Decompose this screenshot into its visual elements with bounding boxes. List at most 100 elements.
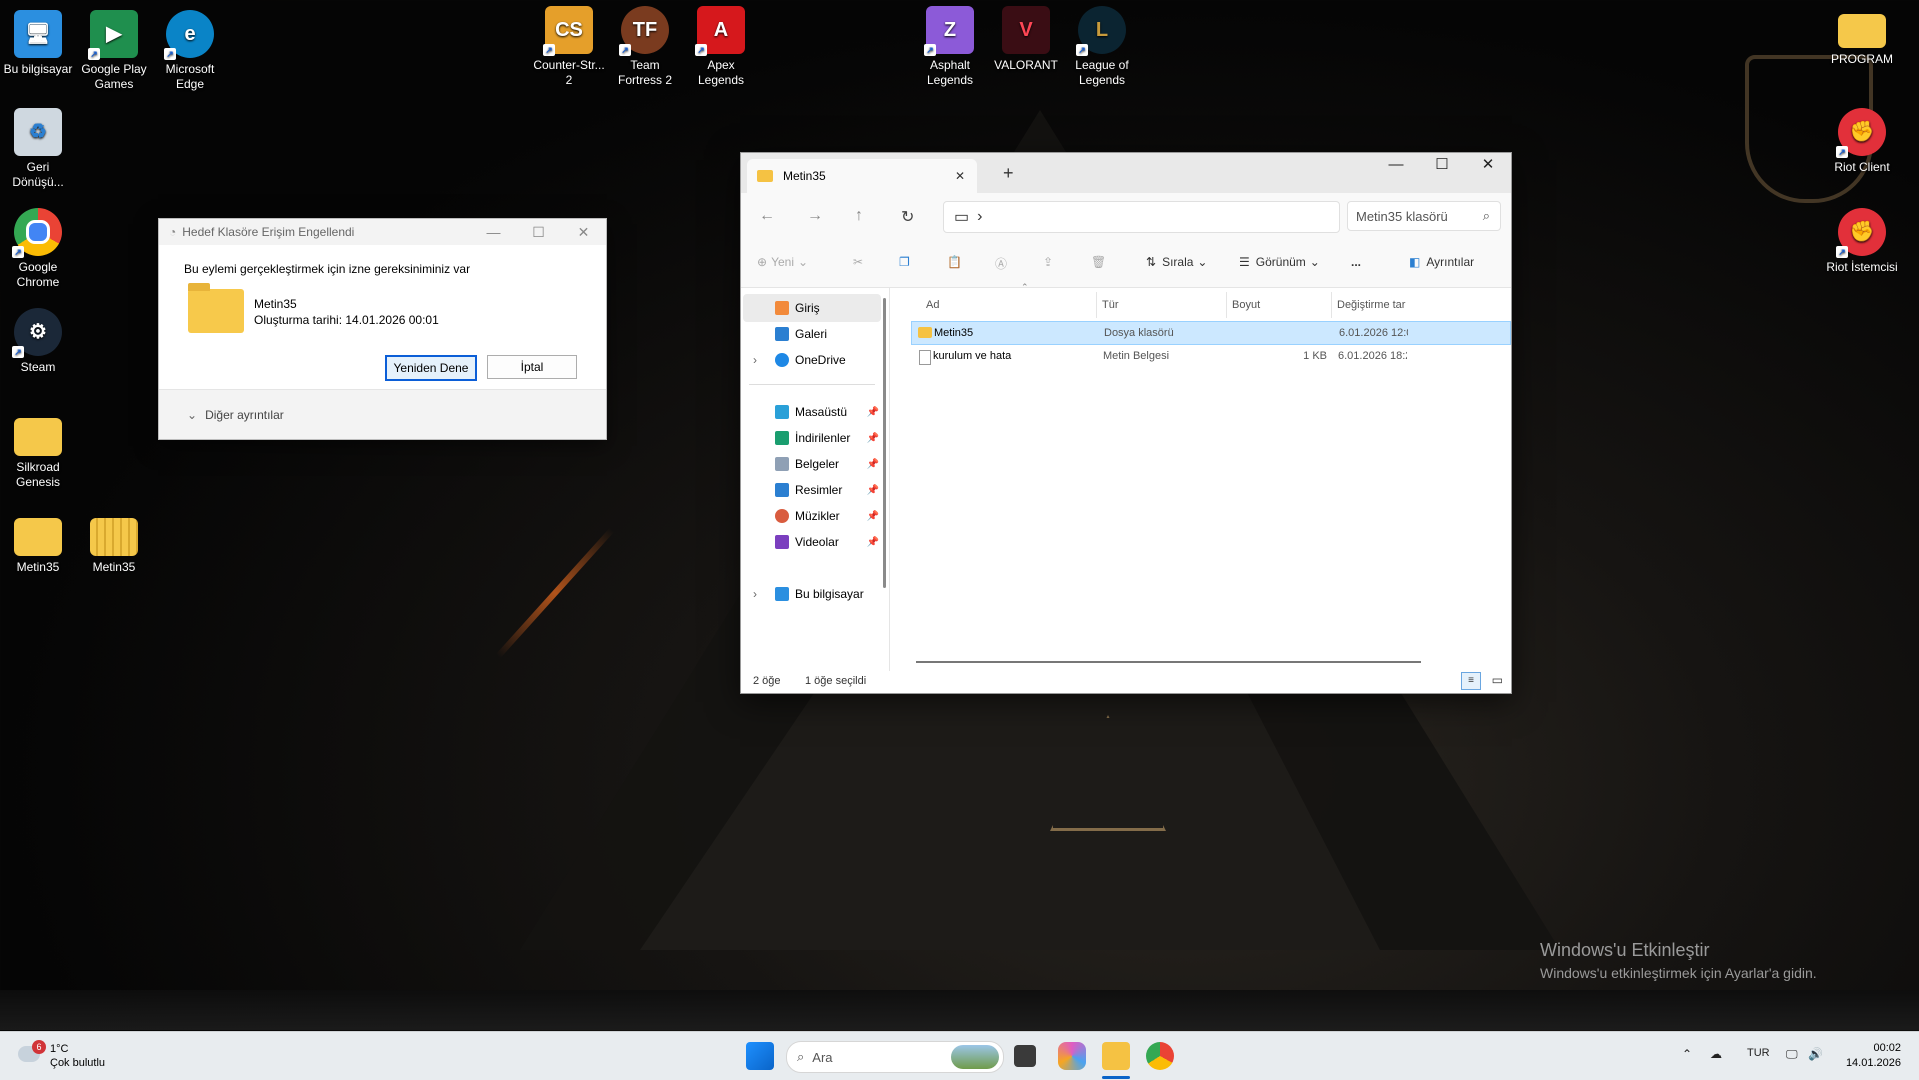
copilot-icon[interactable] <box>1058 1042 1086 1070</box>
sidebar-item-onedrive[interactable]: › OneDrive <box>743 346 881 374</box>
more-details-toggle[interactable]: ⌄ Diğer ayrıntılar <box>159 389 606 439</box>
pin-icon[interactable]: 📌 <box>867 433 879 444</box>
sidebar-item-label: İndirilenler <box>795 431 851 445</box>
rename-icon[interactable]: Ⓐ <box>995 255 1007 272</box>
chevron-right-icon[interactable]: › <box>753 587 757 601</box>
minimize-icon[interactable]: — <box>471 224 516 241</box>
tiles-view-icon[interactable]: ▭ <box>1492 673 1503 687</box>
activation-watermark-title: Windows'u Etkinleştir <box>1540 940 1710 960</box>
desktop-icon-team-fortress[interactable]: TF ↗ Team Fortress 2 <box>607 6 683 88</box>
desktop-icon-program[interactable]: PROGRAM <box>1824 10 1900 67</box>
file-type: Metin Belgesi <box>1103 350 1170 362</box>
table-row[interactable]: Metin35 Dosya klasörü 6.01.2026 12:00 <box>911 321 1511 345</box>
desktop-icon-apex-legends[interactable]: A ↗ Apex Legends <box>683 6 759 88</box>
sidebar-item-videos[interactable]: Videolar 📌 <box>743 528 881 556</box>
desktop-icon <box>775 405 789 419</box>
riot-fist-icon: ✊ ↗ <box>1836 208 1886 258</box>
desktop-icon-chrome[interactable]: ↗ Google Chrome <box>0 208 76 290</box>
chevron-right-icon[interactable]: › <box>753 353 757 367</box>
chevron-right-icon[interactable]: › <box>977 208 982 226</box>
close-icon[interactable]: ✕ <box>561 224 606 241</box>
valorant-icon: V <box>1002 6 1050 54</box>
desktop-icon-silkroad-genesis[interactable]: Silkroad Genesis <box>0 408 76 490</box>
task-view-icon[interactable] <box>1014 1045 1036 1067</box>
new-tab-icon[interactable]: + <box>1003 163 1014 184</box>
desktop-icon-metin35-folder[interactable]: Metin35 <box>0 508 76 575</box>
up-arrow-icon[interactable]: ↑ <box>855 207 863 225</box>
minimize-icon[interactable]: — <box>1373 153 1419 181</box>
delete-icon[interactable]: 🗑 <box>1091 255 1106 269</box>
language-indicator[interactable]: TUR <box>1747 1047 1770 1059</box>
network-icon[interactable]: 🖵 <box>1786 1047 1798 1062</box>
chevron-up-icon[interactable]: ⌃ <box>1682 1047 1692 1061</box>
more-options-button[interactable]: ... <box>1351 255 1361 269</box>
table-row[interactable]: kurulum ve hata Metin Belgesi 1 KB 6.01.… <box>911 345 1511 369</box>
back-arrow-icon[interactable]: ← <box>759 207 775 225</box>
desktop-icon-this-pc[interactable]: 🖥 Bu bilgisayar <box>0 10 76 77</box>
new-button[interactable]: ⊕ Yeni ⌄ <box>757 255 808 269</box>
maximize-icon[interactable]: ☐ <box>1419 153 1465 181</box>
sidebar-item-desktop[interactable]: Masaüstü 📌 <box>743 398 881 426</box>
volume-icon[interactable]: 🔊 <box>1808 1047 1823 1061</box>
details-view-icon[interactable]: ≡ <box>1461 672 1481 690</box>
sidebar-item-pictures[interactable]: Resimler 📌 <box>743 476 881 504</box>
desktop-icon-metin35-zip[interactable]: Metin35 <box>76 508 152 575</box>
desktop-icon-steam[interactable]: ⚙ ↗ Steam <box>0 308 76 375</box>
pin-icon[interactable]: 📌 <box>867 485 879 496</box>
wallpaper-floor <box>0 990 1919 1030</box>
nav-scrollbar[interactable] <box>883 298 886 588</box>
address-bar[interactable]: ▭ › <box>943 201 1340 233</box>
cut-icon[interactable]: ✂ <box>853 255 863 269</box>
chevron-down-icon: ⌄ <box>187 407 198 422</box>
desktop-icon-google-play-games[interactable]: ▶ ↗ Google Play Games <box>76 10 152 92</box>
retry-button[interactable]: Yeniden Dene <box>385 355 477 381</box>
chrome-icon[interactable] <box>1146 1042 1174 1070</box>
sidebar-item-home[interactable]: Giriş <box>743 294 881 322</box>
column-header-size[interactable]: Boyut <box>1232 299 1260 311</box>
horizontal-scrollbar[interactable] <box>916 661 1421 663</box>
sidebar-item-gallery[interactable]: Galeri <box>743 320 881 348</box>
sort-button[interactable]: ⇅ Sırala ⌄ <box>1146 255 1207 269</box>
dialog-titlebar[interactable]: ◔ Hedef Klasöre Erişim Engellendi — ☐ ✕ <box>159 219 606 245</box>
taskbar-search-input[interactable]: ⌕ Ara <box>786 1041 1004 1073</box>
search-input[interactable]: Metin35 klasörü ⌕ <box>1347 201 1501 231</box>
sidebar-item-this-pc[interactable]: › Bu bilgisayar <box>743 580 881 608</box>
tab-metin35[interactable]: Metin35 ✕ <box>747 159 977 193</box>
pin-icon[interactable]: 📌 <box>867 459 879 470</box>
cancel-button[interactable]: İptal <box>487 355 577 379</box>
column-header-type[interactable]: Tür <box>1102 299 1119 311</box>
details-pane-button[interactable]: ◧ Ayrıntılar <box>1409 255 1474 269</box>
command-bar: ⊕ Yeni ⌄ ✂ ❐ 📋 Ⓐ ⇪ 🗑 ⇅ Sırala ⌄ ☰ Görünü… <box>741 239 1511 288</box>
desktop-icon-league-of-legends[interactable]: L ↗ League of Legends <box>1064 6 1140 88</box>
start-windows-icon[interactable] <box>746 1042 774 1070</box>
clock[interactable]: 00:02 14.01.2026 <box>1846 1041 1901 1071</box>
close-icon[interactable]: ✕ <box>1465 153 1511 181</box>
desktop-icon-edge[interactable]: e ↗ Microsoft Edge <box>152 10 228 92</box>
desktop-icon-recycle-bin[interactable]: ♻ Geri Dönüşü... <box>0 108 76 190</box>
view-label: Görünüm <box>1255 255 1306 269</box>
refresh-icon[interactable]: ↻ <box>901 207 914 227</box>
forward-arrow-icon[interactable]: → <box>807 207 823 225</box>
desktop-icon-counter-strike[interactable]: CS ↗ Counter-Str... 2 <box>531 6 607 88</box>
pin-icon[interactable]: 📌 <box>867 511 879 522</box>
sidebar-item-documents[interactable]: Belgeler 📌 <box>743 450 881 478</box>
sidebar-item-music[interactable]: Müzikler 📌 <box>743 502 881 530</box>
column-header-modified[interactable]: Değiştirme tar <box>1337 299 1407 311</box>
item-count: 2 öğe <box>753 675 781 687</box>
close-tab-icon[interactable]: ✕ <box>955 169 965 183</box>
desktop-icon-riot-istemcisi[interactable]: ✊ ↗ Riot İstemcisi <box>1824 208 1900 275</box>
sidebar-item-downloads[interactable]: İndirilenler 📌 <box>743 424 881 452</box>
desktop-icon-asphalt-legends[interactable]: Z ↗ Asphalt Legends <box>912 6 988 88</box>
paste-icon[interactable]: 📋 <box>947 255 962 269</box>
copy-icon[interactable]: ❐ <box>899 255 910 269</box>
view-button[interactable]: ☰ Görünüm ⌄ <box>1239 255 1320 269</box>
weather-widget[interactable]: 6 1°C Çok bulutlu <box>18 1040 105 1070</box>
desktop-icon-riot-client[interactable]: ✊ ↗ Riot Client <box>1824 108 1900 175</box>
desktop-icon-valorant[interactable]: V VALORANT <box>988 6 1064 73</box>
share-icon[interactable]: ⇪ <box>1043 255 1053 269</box>
column-header-name[interactable]: Ad <box>926 299 939 311</box>
file-explorer-icon[interactable] <box>1102 1042 1130 1070</box>
pin-icon[interactable]: 📌 <box>867 407 879 418</box>
cloud-offline-icon[interactable]: ☁ <box>1710 1047 1722 1061</box>
pin-icon[interactable]: 📌 <box>867 537 879 548</box>
